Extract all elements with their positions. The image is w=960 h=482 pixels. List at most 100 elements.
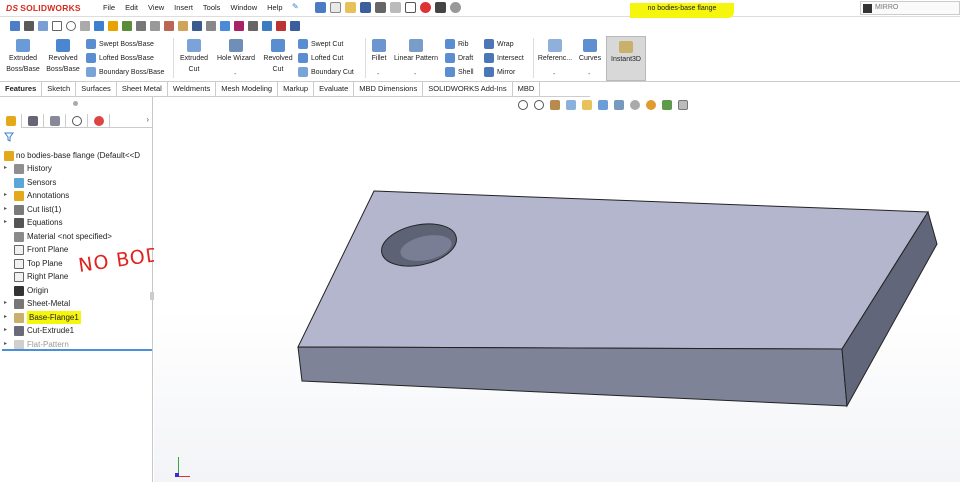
swept-boss-button[interactable]: Swept Boss/Base: [86, 39, 154, 49]
expand-arrow-icon[interactable]: ▸: [4, 162, 10, 175]
property-manager-tab[interactable]: [22, 114, 44, 128]
offset-icon[interactable]: [122, 21, 132, 31]
lofted-boss-button[interactable]: Lofted Boss/Base: [86, 53, 154, 63]
tab-evaluate[interactable]: Evaluate: [314, 82, 355, 96]
expand-arrow-icon[interactable]: ▸: [4, 216, 10, 229]
intersect-button[interactable]: Intersect: [484, 53, 524, 63]
tab-surfaces[interactable]: Surfaces: [76, 82, 117, 96]
display-manager-tab[interactable]: [88, 114, 110, 128]
revolved-boss-button[interactable]: Revolved Boss/Base: [44, 37, 82, 75]
tab-solidworks-add-ins[interactable]: SOLIDWORKS Add-Ins: [423, 82, 513, 96]
tree-item-history[interactable]: ▸ History: [0, 162, 150, 175]
expand-arrow-icon[interactable]: ▸: [4, 311, 10, 324]
revolved-cut-button[interactable]: Revolved Cut: [260, 37, 296, 75]
tree-item-origin[interactable]: Origin: [0, 284, 150, 297]
hole-wizard-button[interactable]: Hole Wizard -: [214, 37, 258, 78]
tab-mbd-dimensions[interactable]: MBD Dimensions: [354, 82, 424, 96]
tree-item-sensors[interactable]: Sensors: [0, 176, 150, 189]
pattern-icon[interactable]: [150, 21, 160, 31]
view-orientation-icon[interactable]: [598, 100, 608, 110]
previous-view-icon[interactable]: [550, 100, 560, 110]
tree-item-right-plane[interactable]: Right Plane: [0, 270, 150, 283]
display-style-icon[interactable]: [614, 100, 624, 110]
menu-edit[interactable]: Edit: [120, 3, 143, 12]
solidworks-logo[interactable]: DS SOLIDWORKS: [6, 3, 81, 13]
smart-dimension-icon[interactable]: [24, 21, 34, 31]
sheet-metal-tool-icon[interactable]: [234, 21, 244, 31]
lofted-cut-button[interactable]: Lofted Cut: [298, 53, 343, 63]
filter-icon[interactable]: [4, 132, 14, 142]
part-front-face[interactable]: [297, 346, 848, 407]
reference-geometry-button[interactable]: Referenc... -: [536, 37, 574, 78]
zoom-to-area-icon[interactable]: [534, 100, 544, 110]
fillet-button[interactable]: Fillet -: [369, 37, 389, 78]
boundary-boss-button[interactable]: Boundary Boss/Base: [86, 67, 164, 77]
edge-flange-icon[interactable]: [248, 21, 258, 31]
hide-show-items-icon[interactable]: [630, 100, 640, 110]
linear-pattern-button[interactable]: Linear Pattern -: [391, 37, 441, 78]
file-properties-icon[interactable]: [435, 2, 446, 13]
print-icon[interactable]: [375, 2, 386, 13]
expand-arrow-icon[interactable]: ▸: [4, 189, 10, 202]
section-view-icon[interactable]: [566, 100, 576, 110]
shell-button[interactable]: Shell: [445, 67, 474, 77]
curves-button[interactable]: Curves -: [576, 37, 604, 78]
open-icon[interactable]: [345, 2, 356, 13]
rollback-bar[interactable]: [2, 349, 152, 351]
arc-icon[interactable]: [80, 21, 90, 31]
check-icon[interactable]: [262, 21, 272, 31]
tab-sketch[interactable]: Sketch: [42, 82, 77, 96]
panel-tabs-more-icon[interactable]: ›: [146, 115, 149, 124]
trim-icon[interactable]: [108, 21, 118, 31]
menu-window[interactable]: Window: [225, 3, 262, 12]
graphics-viewport[interactable]: [154, 97, 960, 482]
select-arrow-icon[interactable]: [405, 2, 416, 13]
tab-weldments[interactable]: Weldments: [168, 82, 217, 96]
menu-view[interactable]: View: [143, 3, 169, 12]
sketch-icon[interactable]: [10, 21, 20, 31]
tree-item-sheet-metal[interactable]: ▸ Sheet-Metal: [0, 297, 150, 310]
options-gear-icon[interactable]: [450, 2, 461, 13]
pin-icon[interactable]: ✎: [292, 2, 299, 11]
rebuild-icon[interactable]: [420, 2, 431, 13]
tree-item-cut-extrude1[interactable]: ▸ Cut-Extrude1: [0, 324, 150, 337]
tab-sheet-metal[interactable]: Sheet Metal: [117, 82, 168, 96]
part-model[interactable]: [154, 97, 960, 482]
display-relations-icon[interactable]: [164, 21, 174, 31]
menu-help[interactable]: Help: [262, 3, 287, 12]
circle-icon[interactable]: [66, 21, 76, 31]
menu-insert[interactable]: Insert: [169, 3, 198, 12]
view-settings-icon[interactable]: [678, 100, 688, 110]
tree-item-base-flange1[interactable]: ▸ Base-Flange1: [0, 310, 150, 324]
instant3d-button[interactable]: Instant3D: [606, 36, 646, 81]
settings-icon[interactable]: [290, 21, 300, 31]
expand-arrow-icon[interactable]: ▸: [4, 203, 10, 216]
tab-markup[interactable]: Markup: [278, 82, 315, 96]
swept-cut-button[interactable]: Swept Cut: [298, 39, 343, 49]
configuration-manager-tab[interactable]: [44, 114, 66, 128]
rectangle-icon[interactable]: [52, 21, 62, 31]
tab-mesh-modeling[interactable]: Mesh Modeling: [216, 82, 279, 96]
tree-item-material-not-specified[interactable]: Material <not specified>: [0, 230, 150, 243]
zoom-to-fit-icon[interactable]: [518, 100, 528, 110]
extruded-cut-button[interactable]: Extruded Cut: [177, 37, 211, 75]
tree-item-annotations[interactable]: ▸ Annotations: [0, 189, 150, 202]
extruded-boss-button[interactable]: Extruded Boss/Base: [4, 37, 42, 75]
dimxpert-tab[interactable]: [66, 114, 88, 128]
expand-arrow-icon[interactable]: ▸: [4, 324, 10, 337]
feature-manager-tab[interactable]: [0, 114, 22, 128]
apply-scene-icon[interactable]: [662, 100, 672, 110]
mirror-button[interactable]: Mirror: [484, 67, 515, 77]
boundary-cut-button[interactable]: Boundary Cut: [298, 67, 354, 77]
edit-appearance-icon[interactable]: [646, 100, 656, 110]
part-top-face[interactable]: [297, 190, 929, 350]
spline-icon[interactable]: [94, 21, 104, 31]
search-input[interactable]: MIRRO: [860, 1, 960, 15]
wrap-button[interactable]: Wrap: [484, 39, 514, 49]
panel-collapse-handle[interactable]: [73, 101, 78, 106]
draft-button[interactable]: Draft: [445, 53, 473, 63]
expand-arrow-icon[interactable]: ▸: [4, 297, 10, 310]
tree-item-equations[interactable]: ▸ Equations: [0, 216, 150, 229]
undo-icon[interactable]: [390, 2, 401, 13]
quick-snaps-icon[interactable]: [192, 21, 202, 31]
